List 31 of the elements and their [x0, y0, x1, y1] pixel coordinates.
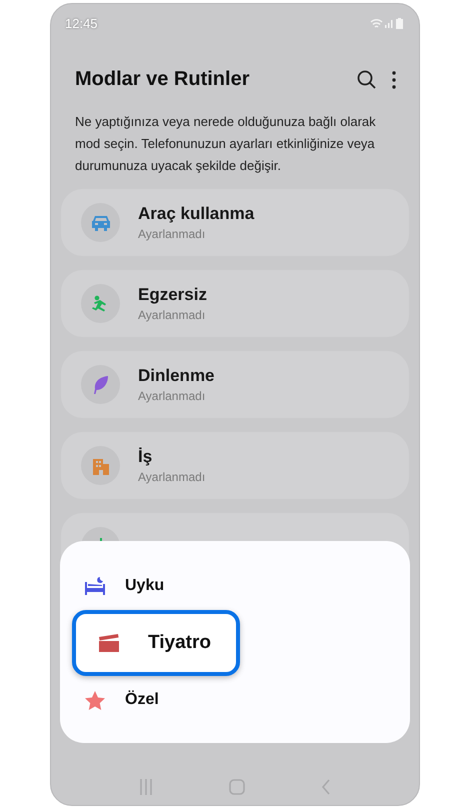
- mode-title: Egzersiz: [138, 285, 207, 305]
- leaf-icon: [92, 374, 108, 394]
- mode-status: Ayarlanmadı: [138, 308, 206, 322]
- battery-icon: [396, 18, 403, 28]
- building-icon: [92, 456, 110, 474]
- mode-card[interactable]: Araç kullanma Ayarlanmadı: [61, 189, 409, 256]
- wifi-icon: [370, 18, 383, 28]
- car-icon: [90, 214, 110, 230]
- mode-title: Dinlenme: [138, 366, 215, 386]
- mode-status: Ayarlanmadı: [138, 227, 206, 241]
- star-icon: [85, 690, 105, 710]
- signal-icon: [385, 18, 394, 28]
- more-options-button[interactable]: [391, 70, 397, 88]
- mode-status: Ayarlanmadı: [138, 470, 206, 484]
- mode-card[interactable]: Egzersiz Ayarlanmadı: [61, 270, 409, 337]
- page-title: Modlar ve Rutinler: [75, 68, 250, 91]
- mode-card[interactable]: Dinlenme Ayarlanmadı: [61, 351, 409, 418]
- bed-icon: [85, 577, 105, 595]
- popup-item[interactable]: Özel: [72, 677, 240, 723]
- mode-card[interactable]: İş Ayarlanmadı: [61, 432, 409, 499]
- clapperboard-icon: [98, 633, 120, 653]
- popup-item[interactable]: Tiyatro: [72, 610, 240, 676]
- back-icon[interactable]: [321, 779, 331, 795]
- recents-icon[interactable]: [139, 779, 153, 795]
- search-button[interactable]: [357, 70, 377, 90]
- mode-status: Ayarlanmadı: [138, 389, 206, 403]
- popup-item[interactable]: Uyku: [72, 563, 240, 609]
- description-text: Ne yaptığınıza veya nerede olduğunuza bağlı olarak mod seçin. Telefonunuzun ayarları etkinliğinize veya durumunuza uyacak şekilde değişir.: [75, 113, 377, 175]
- mode-title: Araç kullanma: [138, 204, 254, 224]
- home-icon[interactable]: [229, 779, 245, 795]
- mode-title: İş: [138, 447, 154, 467]
